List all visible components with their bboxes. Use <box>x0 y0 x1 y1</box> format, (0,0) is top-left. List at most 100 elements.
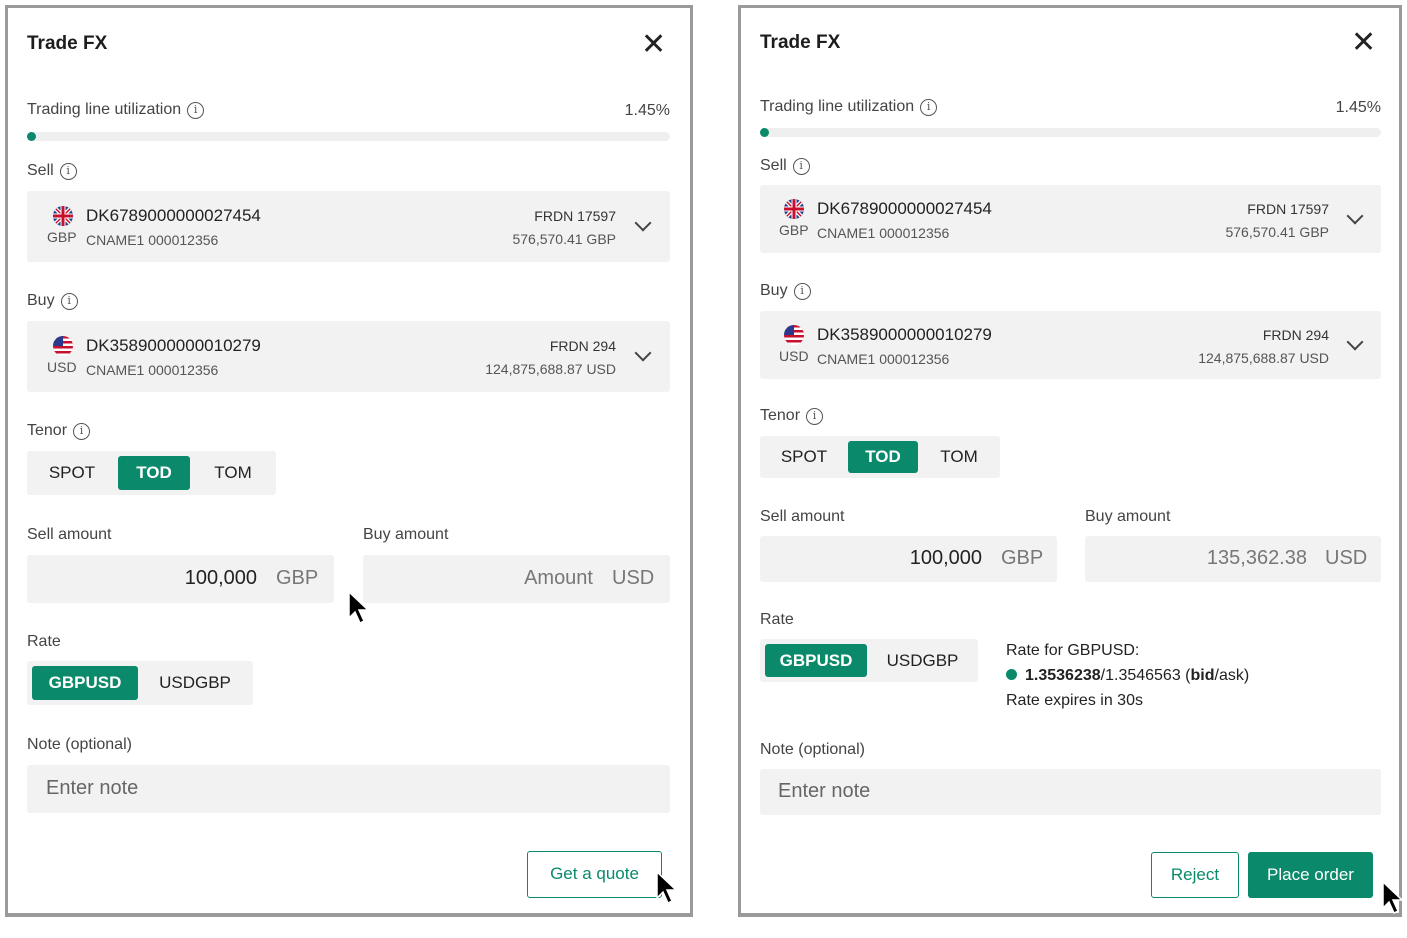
sell-account-cname: CNAME1 000012356 <box>817 225 950 241</box>
tenor-option-tod[interactable]: TOD <box>118 456 190 490</box>
trading-line-label: Trading line utilization i <box>27 101 205 119</box>
close-icon[interactable]: ✕ <box>1351 28 1376 58</box>
trade-fx-dialog-quote-step: Trade FX ✕ Trading line utilization i 1.4… <box>5 5 693 917</box>
trade-fx-dialog-order-step: Trade FX ✕ Trading line utilization i 1.4… <box>738 5 1402 917</box>
rate-open-paren: ( <box>1180 667 1191 684</box>
rate-label: Rate <box>760 611 794 628</box>
place-order-button[interactable]: Place order <box>1248 852 1373 898</box>
reject-button[interactable]: Reject <box>1151 852 1239 898</box>
sell-account-frdn: FRDN 17597 <box>1247 201 1329 217</box>
trading-line-label-text: Trading line utilization <box>760 98 915 115</box>
close-icon[interactable]: ✕ <box>641 30 666 60</box>
tenor-option-tom[interactable]: TOM <box>924 441 994 473</box>
tenor-option-spot[interactable]: SPOT <box>766 441 842 473</box>
sell-amount-value: 100,000 <box>184 567 257 589</box>
buy-amount-input[interactable]: Amount USD <box>363 555 670 603</box>
rate-bid-word: bid <box>1190 667 1215 684</box>
buy-account-select[interactable]: DK3589000000010279 USD CNAME1 000012356 … <box>760 311 1381 379</box>
rate-option-gbpusd[interactable]: GBPUSD <box>32 666 138 700</box>
rate-option-gbpusd[interactable]: GBPUSD <box>765 644 867 677</box>
tenor-option-tom[interactable]: TOM <box>197 456 269 490</box>
buy-account-select[interactable]: DK3589000000010279 USD CNAME1 000012356 … <box>27 321 670 392</box>
sell-amount-label: Sell amount <box>760 508 845 525</box>
chevron-down-icon[interactable] <box>1346 207 1364 225</box>
sell-account-currency: GBP <box>779 222 809 238</box>
sell-account-select[interactable]: DK6789000000027454 GBP CNAME1 000012356 … <box>27 191 670 262</box>
buy-account-currency: USD <box>47 359 77 375</box>
get-quote-button[interactable]: Get a quote <box>527 851 662 898</box>
info-icon[interactable]: i <box>792 158 810 175</box>
trading-line-label: Trading line utilization i <box>760 98 938 116</box>
info-icon[interactable]: i <box>73 423 91 440</box>
rate-option-usdgbp[interactable]: USDGBP <box>873 644 972 677</box>
trading-line-progress-bar <box>27 132 670 141</box>
tenor-option-tod[interactable]: TOD <box>848 441 918 473</box>
rate-ask-value: 1.3546563 <box>1105 667 1181 684</box>
sell-amount-currency: GBP <box>1001 547 1044 569</box>
tenor-label-text: Tenor <box>760 407 801 424</box>
rate-bid-value: 1.3536238 <box>1025 667 1101 684</box>
trading-line-progress-bar <box>760 128 1381 137</box>
mouse-cursor-icon <box>348 590 370 625</box>
rate-quote-info: Rate for GBPUSD: 1.3536238/1.3546563 (bi… <box>1006 638 1376 713</box>
rate-expiry-text: Rate expires in 30s <box>1006 692 1143 709</box>
tenor-label-text: Tenor <box>27 422 68 439</box>
buy-amount-placeholder: Amount <box>524 567 593 589</box>
sell-account-currency: GBP <box>47 229 77 245</box>
buy-account-frdn: FRDN 294 <box>1262 327 1329 343</box>
mouse-cursor-icon <box>656 870 678 905</box>
info-icon[interactable]: i <box>187 102 205 119</box>
rate-live-dot <box>1006 669 1017 680</box>
sell-account-balance: 576,570.41 GBP <box>1225 224 1329 240</box>
info-icon[interactable]: i <box>59 163 77 180</box>
us-flag-icon <box>784 325 804 345</box>
tenor-toggle: SPOT TOD TOM <box>27 451 276 495</box>
sell-amount-currency: GBP <box>276 567 319 589</box>
us-flag-icon <box>53 336 73 356</box>
info-icon[interactable]: i <box>60 293 78 310</box>
mouse-cursor-icon <box>1382 880 1404 915</box>
rate-option-usdgbp[interactable]: USDGBP <box>145 666 245 700</box>
tenor-option-spot[interactable]: SPOT <box>33 456 111 490</box>
uk-flag-icon <box>53 206 73 226</box>
sell-account-cname: CNAME1 000012356 <box>86 232 219 248</box>
trading-line-progress-fill <box>27 132 37 141</box>
note-input[interactable]: Enter note <box>760 769 1381 815</box>
info-icon[interactable]: i <box>920 99 938 116</box>
buy-amount-input[interactable]: 135,362.38 USD <box>1085 536 1381 582</box>
rate-label: Rate <box>27 633 61 650</box>
sell-amount-input[interactable]: 100,000 GBP <box>760 536 1057 582</box>
note-input[interactable]: Enter note <box>27 765 670 813</box>
buy-label: Buy i <box>27 292 78 310</box>
sell-account-iban: DK6789000000027454 <box>86 206 261 225</box>
buy-account-balance: 124,875,688.87 USD <box>1198 350 1329 366</box>
chevron-down-icon[interactable] <box>634 214 652 232</box>
buy-amount-value: 135,362.38 <box>1206 547 1307 569</box>
rate-toggle: GBPUSD USDGBP <box>27 661 253 705</box>
buy-label: Buy i <box>760 282 811 300</box>
trading-line-progress-fill <box>760 128 769 137</box>
info-icon[interactable]: i <box>806 408 824 425</box>
info-icon[interactable]: i <box>793 283 811 300</box>
chevron-down-icon[interactable] <box>1346 333 1364 351</box>
dialog-title: Trade FX <box>27 33 108 54</box>
note-label: Note (optional) <box>760 741 865 758</box>
sell-label: Sell i <box>27 162 77 180</box>
buy-account-cname: CNAME1 000012356 <box>817 351 950 367</box>
sell-account-balance: 576,570.41 GBP <box>512 231 616 247</box>
tenor-label: Tenor i <box>760 407 824 425</box>
buy-account-frdn: FRDN 294 <box>549 338 616 354</box>
buy-amount-label: Buy amount <box>363 526 449 543</box>
sell-account-iban: DK6789000000027454 <box>817 199 992 218</box>
buy-label-text: Buy <box>760 282 788 299</box>
sell-label: Sell i <box>760 157 810 175</box>
tenor-toggle: SPOT TOD TOM <box>760 436 1000 478</box>
chevron-down-icon[interactable] <box>634 344 652 362</box>
sell-account-select[interactable]: DK6789000000027454 GBP CNAME1 000012356 … <box>760 185 1381 253</box>
uk-flag-icon <box>784 199 804 219</box>
buy-label-text: Buy <box>27 292 55 309</box>
buy-account-cname: CNAME1 000012356 <box>86 362 219 378</box>
buy-amount-currency: USD <box>612 567 655 589</box>
sell-amount-input[interactable]: 100,000 GBP <box>27 555 334 603</box>
trading-line-percent: 1.45% <box>624 102 670 119</box>
